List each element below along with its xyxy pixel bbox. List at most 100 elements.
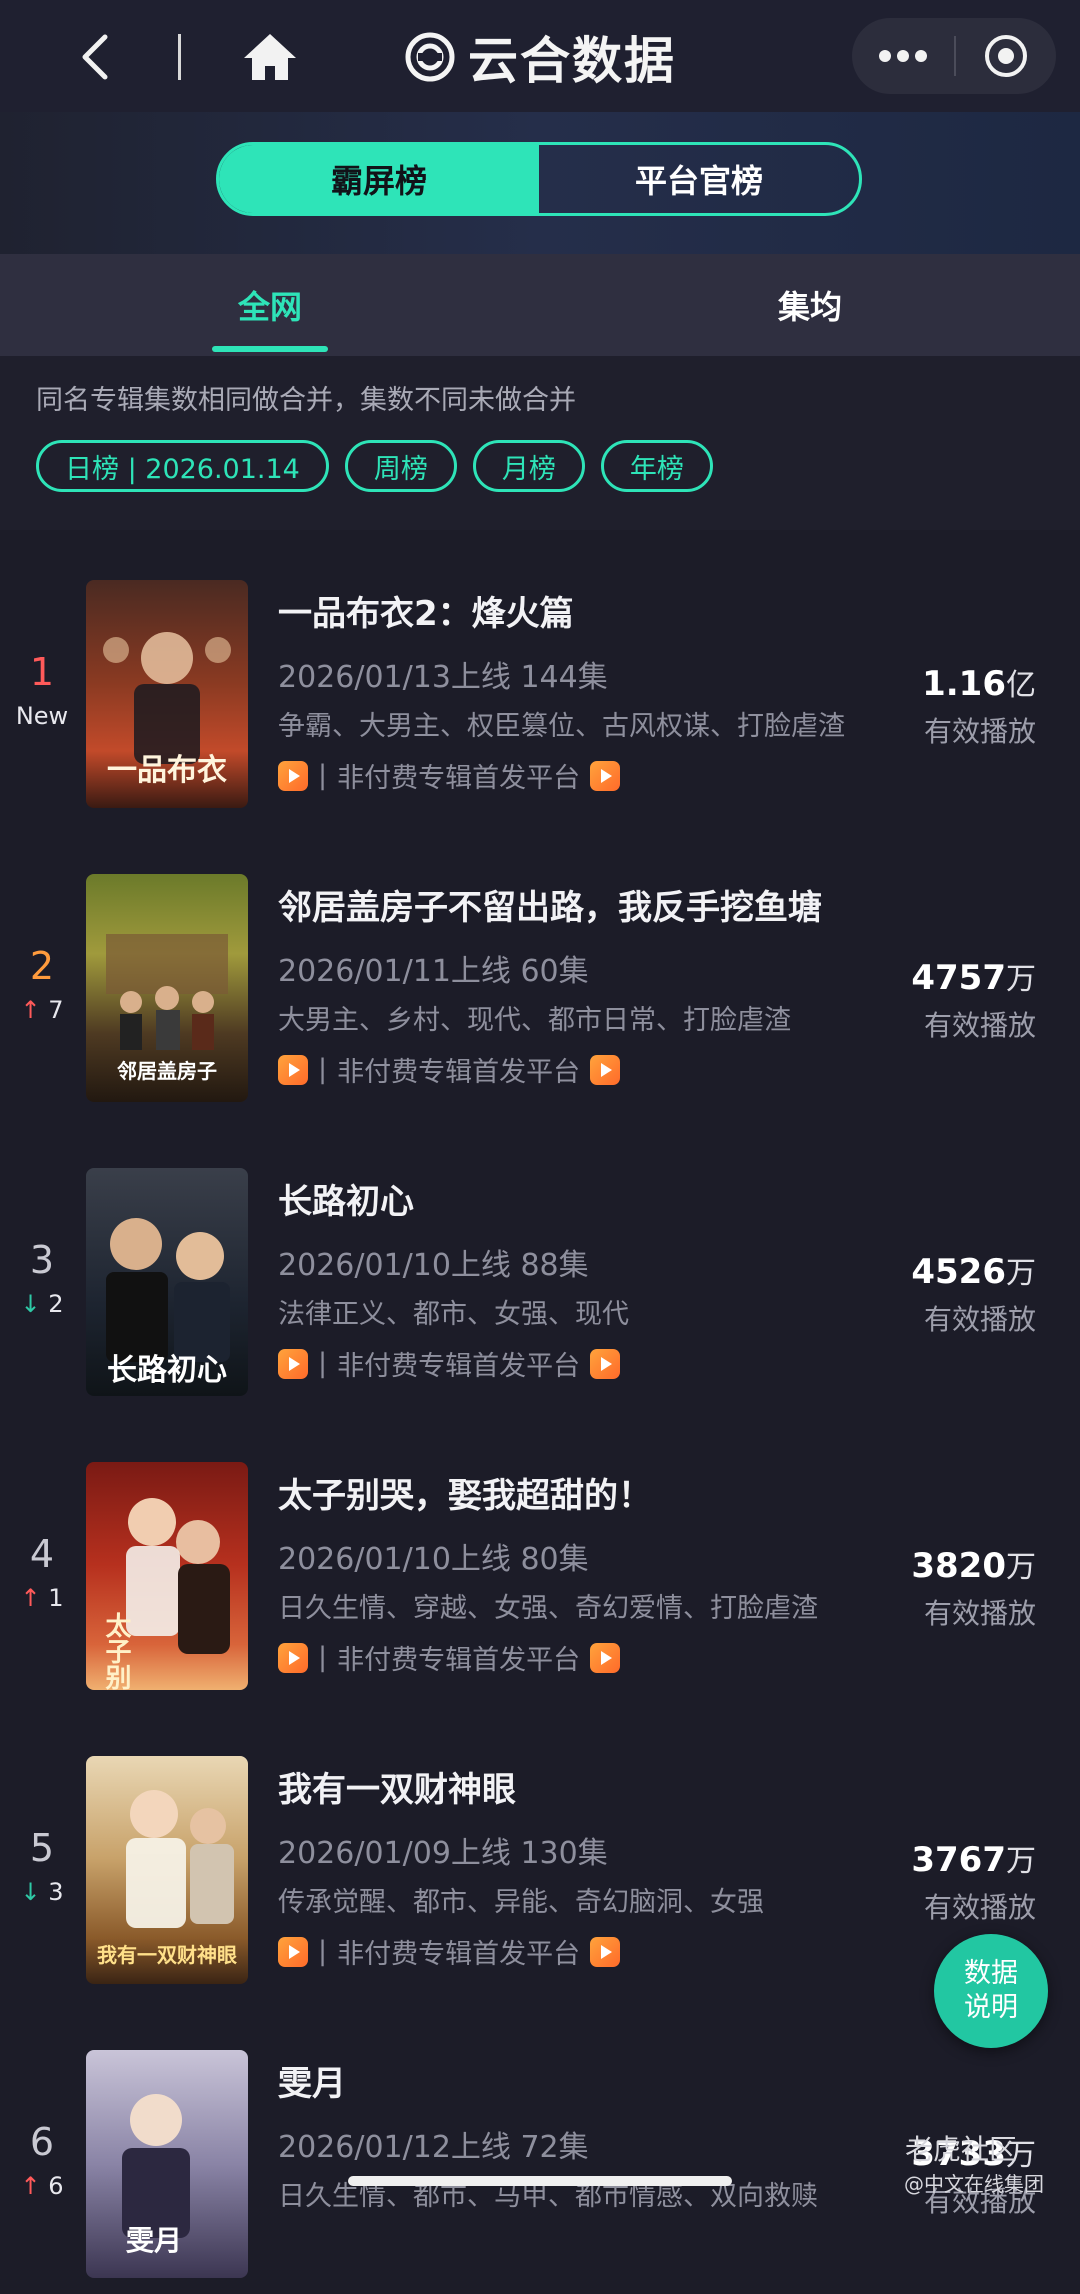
platform-info: | 非付费专辑首发平台 xyxy=(278,1344,621,1383)
poster-image[interactable]: 一品布衣 xyxy=(86,580,248,808)
play-count-unit: 万 xyxy=(1006,1256,1036,1291)
poster-image[interactable]: 长路初心 xyxy=(86,1168,248,1396)
platform-info: | 非付费专辑首发平台 xyxy=(278,1050,621,1089)
poster-image[interactable]: 邻居盖房子 xyxy=(86,874,248,1102)
tab-all-network[interactable]: 全网 xyxy=(210,254,330,356)
platform-play-icon xyxy=(590,1936,621,1967)
tab-episode-average[interactable]: 集均 xyxy=(750,254,870,356)
rank-number: 2 xyxy=(29,944,55,988)
arrow-up-icon: ↑ xyxy=(20,2172,41,2200)
rank-change-new: New xyxy=(15,702,69,730)
platform-label: 非付费专辑首发平台 xyxy=(337,1645,581,1676)
home-icon[interactable] xyxy=(240,30,300,84)
brand-name: 云合数据 xyxy=(468,32,676,90)
platform-play-icon xyxy=(590,760,621,791)
rank-number: 1 xyxy=(29,650,55,694)
play-count-unit: 亿 xyxy=(1006,668,1036,703)
platform-label: 非付费专辑首发平台 xyxy=(337,1057,581,1088)
rank-change: ↓ 3 xyxy=(0,1878,84,1906)
drama-title[interactable]: 一品布衣2：烽火篇 xyxy=(278,586,574,635)
segment-platform-list[interactable]: 平台官榜 xyxy=(539,145,859,213)
poster-title-text: 一品布衣 xyxy=(107,753,227,788)
platform-separator: | xyxy=(318,1936,328,1967)
play-count-value: 3767 xyxy=(911,1840,1006,1880)
close-target-icon[interactable] xyxy=(956,18,1056,94)
release-info: 2026/01/10上线 80集 xyxy=(278,1542,589,1577)
merge-notice: 同名专辑集数相同做合并，集数不同未做合并 xyxy=(36,385,576,416)
poster-title-text: 太子别哭 xyxy=(101,1612,132,1690)
play-count-label: 有效播放 xyxy=(923,1597,1036,1630)
list-item[interactable]: 4 ↑ 1 太子别哭 太子别哭，娶我超甜的！ 2026/01/10上线 80集 … xyxy=(0,1412,1080,1706)
arrow-up-icon: ↑ xyxy=(20,996,41,1024)
arrow-down-icon: ↓ xyxy=(20,1878,41,1906)
poster-title-text: 长路初心 xyxy=(107,1353,227,1388)
segment-dominant-list[interactable]: 霸屏榜 xyxy=(219,145,539,213)
filter-area: 同名专辑集数相同做合并，集数不同未做合并 日榜 | 2026.01.14 周榜 … xyxy=(0,356,1080,530)
active-tab-indicator xyxy=(212,346,328,352)
genre-tags: 争霸、大男主、权臣篡位、古风权谋、打脸虐渣 xyxy=(278,711,845,742)
nav-divider xyxy=(178,34,181,80)
filter-monthly-chip[interactable]: 月榜 xyxy=(472,440,585,492)
drama-title[interactable]: 我有一双财神眼 xyxy=(278,1762,516,1811)
drama-title[interactable]: 邻居盖房子不留出路，我反手挖鱼塘 xyxy=(278,880,822,929)
genre-tags: 传承觉醒、都市、异能、奇幻脑洞、女强 xyxy=(278,1887,764,1918)
rank-change-value: 1 xyxy=(48,1584,64,1612)
rank-number: 3 xyxy=(29,1238,55,1282)
rank-change-value: 3 xyxy=(48,1878,64,1906)
platform-separator: | xyxy=(318,1348,328,1379)
platform-play-icon xyxy=(590,1348,621,1379)
play-count-label: 有效播放 xyxy=(923,1891,1036,1924)
list-item[interactable]: 1 New 一品布衣 一品布衣2：烽火篇 2026/01/13上线 144集 争… xyxy=(0,530,1080,824)
brand-title: 云合数据 xyxy=(404,26,676,90)
platform-play-icon xyxy=(278,1642,308,1673)
play-count-label: 有效播放 xyxy=(923,1009,1036,1042)
release-info: 2026/01/13上线 144集 xyxy=(278,660,608,695)
rank-change: New xyxy=(0,702,84,730)
poster-image[interactable]: 太子别哭 xyxy=(86,1462,248,1690)
arrow-down-icon: ↓ xyxy=(20,1290,41,1318)
poster-title-text: 邻居盖房子 xyxy=(117,1059,217,1083)
filter-yearly-chip[interactable]: 年榜 xyxy=(600,440,713,492)
filter-weekly-chip[interactable]: 周榜 xyxy=(344,440,457,492)
back-icon[interactable] xyxy=(70,30,118,84)
platform-play-icon xyxy=(278,1936,308,1967)
filter-daily-chip[interactable]: 日榜 | 2026.01.14 xyxy=(36,440,329,492)
list-item[interactable]: 2 ↑ 7 邻居盖房子 邻居盖房子不留出路，我反手挖鱼塘 2026/01/11上… xyxy=(0,824,1080,1118)
mini-program-capsule xyxy=(852,18,1056,94)
data-explanation-button[interactable]: 数据 说明 xyxy=(934,1934,1048,2048)
home-indicator[interactable] xyxy=(348,2176,732,2186)
play-count-value: 4526 xyxy=(911,1252,1006,1292)
rank-number: 6 xyxy=(29,2120,55,2164)
rank-number: 4 xyxy=(29,1532,55,1576)
play-count-unit: 万 xyxy=(1006,1550,1036,1585)
list-item[interactable]: 5 ↓ 3 我有一双财神眼 我有一双财神眼 2026/01/09上线 130集 … xyxy=(0,1706,1080,2000)
more-icon[interactable] xyxy=(852,18,954,94)
drama-title[interactable]: 太子别哭，娶我超甜的！ xyxy=(278,1468,652,1517)
play-count: 3767万 有效播放 xyxy=(911,1836,1036,1926)
poster-title-text: 雯月 xyxy=(125,2224,182,2257)
poster-image[interactable]: 雯月 xyxy=(86,2050,248,2278)
rank-change-value: 2 xyxy=(48,1290,64,1318)
platform-play-icon xyxy=(278,760,308,791)
platform-label: 非付费专辑首发平台 xyxy=(337,1939,581,1970)
play-count: 4526万 有效播放 xyxy=(911,1248,1036,1338)
list-item[interactable]: 3 ↓ 2 长路初心 长路初心 2026/01/10上线 88集 法律正义、都市… xyxy=(0,1118,1080,1412)
drama-title[interactable]: 长路初心 xyxy=(278,1174,414,1223)
play-count-unit: 万 xyxy=(1006,962,1036,997)
play-count-label: 有效播放 xyxy=(923,1303,1036,1336)
poster-title-text: 我有一双财神眼 xyxy=(97,1943,237,1967)
release-info: 2026/01/10上线 88集 xyxy=(278,1248,589,1283)
platform-separator: | xyxy=(318,1642,328,1673)
drama-title[interactable]: 雯月 xyxy=(278,2056,346,2105)
rank-change: ↑ 1 xyxy=(0,1584,84,1612)
play-count-unit: 万 xyxy=(1006,1844,1036,1879)
poster-image[interactable]: 我有一双财神眼 xyxy=(86,1756,248,1984)
genre-tags: 日久生情、穿越、女强、奇幻爱情、打脸虐渣 xyxy=(278,1593,818,1624)
play-count: 3820万 有效播放 xyxy=(911,1542,1036,1632)
data-explanation-line1: 数据 xyxy=(964,1958,1018,1989)
play-count-label: 有效播放 xyxy=(923,715,1036,748)
play-count-value: 4757 xyxy=(911,958,1006,998)
platform-play-icon xyxy=(590,1642,621,1673)
rank-change-value: 7 xyxy=(48,996,64,1024)
release-info: 2026/01/11上线 60集 xyxy=(278,954,589,989)
